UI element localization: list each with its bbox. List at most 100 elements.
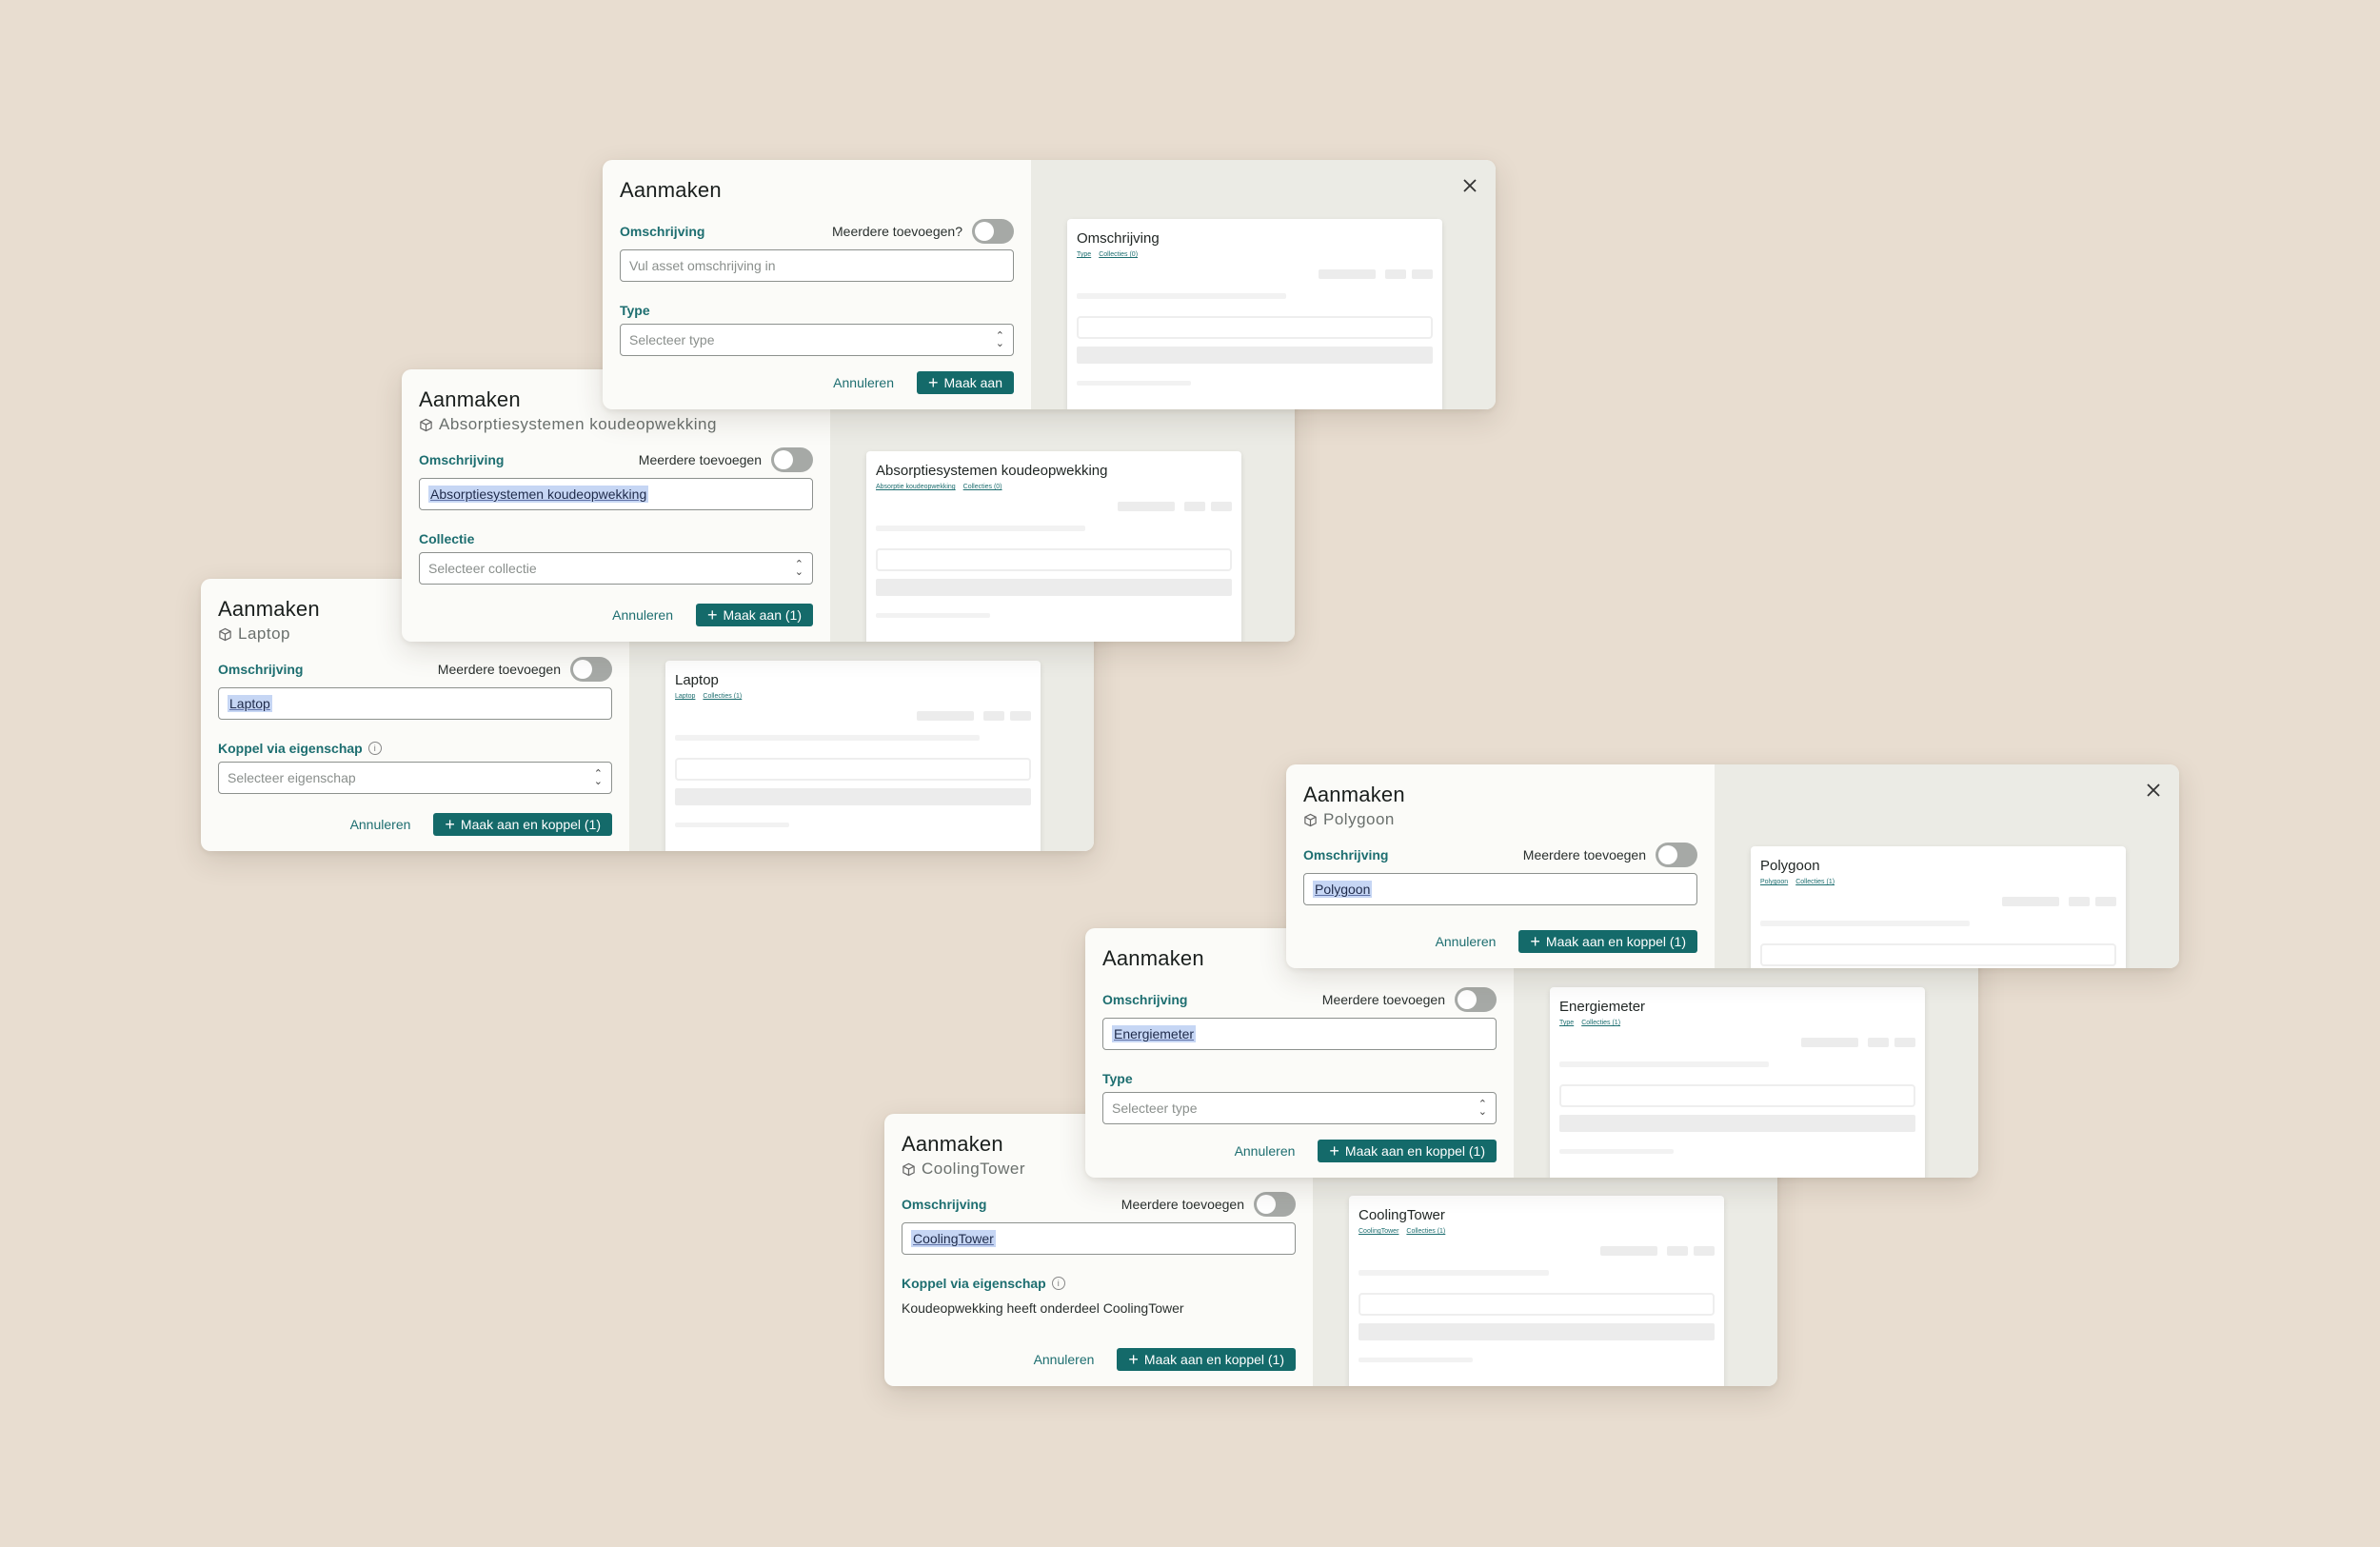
type-select[interactable]: Selecteer type ⌃ ⌄: [620, 324, 1014, 356]
dialog-subtitle: Absorptiesystemen koudeopwekking: [419, 415, 813, 434]
subtitle-text: CoolingTower: [922, 1160, 1025, 1178]
cancel-button[interactable]: Annuleren: [612, 607, 673, 623]
card-title: Absorptiesystemen koudeopwekking: [876, 463, 1108, 479]
preview-card: Laptop Laptop Collecties (1): [665, 661, 1041, 851]
preview-card: CoolingTower CoolingTower Collecties (1): [1349, 1196, 1724, 1386]
subtitle-text: Laptop: [238, 625, 290, 643]
plus-icon: +: [445, 815, 455, 834]
create-link-button[interactable]: + Maak aan en koppel (1): [433, 813, 612, 836]
cancel-button[interactable]: Annuleren: [1436, 934, 1497, 949]
create-link-button[interactable]: + Maak aan en koppel (1): [1117, 1348, 1296, 1371]
omschrijving-input[interactable]: Vul asset omschrijving in: [620, 249, 1014, 282]
dialog-form: Aanmaken Omschrijving Meerdere toevoegen…: [603, 160, 1031, 409]
subtitle-text: Absorptiesystemen koudeopwekking: [439, 415, 717, 433]
collectie-select[interactable]: Selecteer collectie ⌃ ⌄: [419, 552, 813, 585]
eigenschap-select[interactable]: Selecteer eigenschap ⌃ ⌄: [218, 762, 612, 794]
preview-panel: Polygoon Polygoon Collecties (1): [1715, 764, 2179, 968]
card-collections-link: Collecties (1): [1581, 1020, 1621, 1026]
card-title: CoolingTower: [1359, 1207, 1445, 1223]
multiple-toggle[interactable]: [771, 447, 813, 472]
card-type-link: Polygoon: [1760, 879, 1789, 885]
select-placeholder: Selecteer type: [629, 332, 715, 347]
plus-icon: +: [1329, 1141, 1339, 1160]
create-button[interactable]: + Maak aan (1): [696, 604, 813, 626]
card-meta: Laptop Collecties (1): [675, 693, 1031, 700]
cancel-button[interactable]: Annuleren: [350, 817, 411, 832]
preview-card: Polygoon Polygoon Collecties (1): [1751, 846, 2126, 968]
preview-card: Energiemeter Type Collecties (1): [1550, 987, 1925, 1178]
omschrijving-label: Omschrijving: [218, 662, 304, 677]
card-title: Polygoon: [1760, 858, 1820, 874]
omschrijving-input[interactable]: Absorptiesystemen koudeopwekking: [419, 478, 813, 510]
input-placeholder: Vul asset omschrijving in: [629, 258, 776, 273]
chevron-updown-icon: ⌃ ⌄: [995, 330, 1004, 349]
dialog-title: Aanmaken: [620, 178, 722, 202]
close-icon[interactable]: [2145, 782, 2162, 799]
submit-label: Maak aan en koppel (1): [1143, 1352, 1284, 1367]
omschrijving-input[interactable]: Polygoon: [1303, 873, 1697, 905]
card-collections-link: Collecties (0): [1099, 251, 1139, 258]
preview-card: Omschrijving Type Collecties (0): [1067, 219, 1442, 409]
dialog-form: Aanmaken Absorptiesystemen koudeopwekkin…: [402, 369, 830, 642]
close-icon[interactable]: [1461, 177, 1478, 194]
koppel-label: Koppel via eigenschap i: [218, 741, 612, 756]
card-title: Energiemeter: [1559, 999, 1646, 1015]
submit-label: Maak aan (1): [723, 607, 802, 623]
create-dialog-polygoon: Aanmaken Polygoon Omschrijving Meerdere …: [1286, 764, 2179, 968]
create-link-button[interactable]: + Maak aan en koppel (1): [1518, 930, 1697, 953]
cancel-button[interactable]: Annuleren: [833, 375, 894, 390]
card-meta: Type Collecties (0): [1077, 251, 1433, 258]
card-meta: Absorptie koudeopwekking Collecties (0): [876, 484, 1232, 490]
cube-icon: [420, 418, 432, 431]
cancel-button[interactable]: Annuleren: [1034, 1352, 1095, 1367]
dialog-form: Aanmaken Polygoon Omschrijving Meerdere …: [1286, 764, 1715, 968]
info-icon[interactable]: i: [1051, 1277, 1065, 1290]
omschrijving-input[interactable]: CoolingTower: [902, 1222, 1296, 1255]
select-placeholder: Selecteer type: [1112, 1101, 1198, 1116]
omschrijving-label: Omschrijving: [902, 1197, 987, 1212]
preview-card: Absorptiesystemen koudeopwekking Absorpt…: [866, 451, 1241, 642]
submit-label: Maak aan: [943, 375, 1002, 390]
card-collections-link: Collecties (0): [962, 484, 1002, 490]
cube-icon: [219, 627, 231, 641]
multiple-toggle[interactable]: [1656, 843, 1697, 867]
type-select[interactable]: Selecteer type ⌃ ⌄: [1102, 1092, 1497, 1124]
toggle-label: Meerdere toevoegen: [638, 452, 762, 467]
multiple-toggle[interactable]: [972, 219, 1014, 244]
omschrijving-label: Omschrijving: [620, 224, 705, 239]
card-meta: Polygoon Collecties (1): [1760, 879, 2116, 885]
cube-icon: [902, 1162, 915, 1176]
create-button[interactable]: + Maak aan: [917, 371, 1014, 394]
input-value: Absorptiesystemen koudeopwekking: [428, 486, 649, 503]
preview-panel: Absorptiesystemen koudeopwekking Absorpt…: [830, 369, 1295, 642]
type-label: Type: [1102, 1071, 1497, 1086]
input-value: Polygoon: [1313, 881, 1373, 898]
plus-icon: +: [707, 605, 718, 625]
multiple-toggle[interactable]: [570, 657, 612, 682]
koppel-label: Koppel via eigenschap i: [902, 1276, 1296, 1291]
select-placeholder: Selecteer eigenschap: [228, 770, 356, 785]
toggle-label: Meerdere toevoegen: [1321, 992, 1445, 1007]
omschrijving-input[interactable]: Laptop: [218, 687, 612, 720]
dialog-subtitle: Polygoon: [1303, 810, 1697, 829]
create-link-button[interactable]: + Maak aan en koppel (1): [1318, 1140, 1497, 1162]
multiple-toggle[interactable]: [1455, 987, 1497, 1012]
plus-icon: +: [928, 373, 939, 392]
submit-label: Maak aan en koppel (1): [1344, 1143, 1485, 1159]
toggle-label: Meerdere toevoegen?: [832, 224, 962, 239]
koppel-label-text: Koppel via eigenschap: [902, 1276, 1046, 1291]
chevron-updown-icon: ⌃ ⌄: [593, 768, 603, 787]
toggle-label: Meerdere toevoegen: [437, 662, 561, 677]
card-type-link: Type: [1559, 1020, 1575, 1026]
multiple-toggle[interactable]: [1254, 1192, 1296, 1217]
info-icon[interactable]: i: [367, 742, 382, 755]
omschrijving-label: Omschrijving: [1102, 992, 1188, 1007]
omschrijving-input[interactable]: Energiemeter: [1102, 1018, 1497, 1050]
plus-icon: +: [1530, 932, 1540, 951]
cancel-button[interactable]: Annuleren: [1235, 1143, 1296, 1159]
create-dialog-absorptiesystemen: Aanmaken Absorptiesystemen koudeopwekkin…: [402, 369, 1295, 642]
omschrijving-label: Omschrijving: [419, 452, 505, 467]
dialog-title: Aanmaken: [1303, 783, 1405, 806]
card-collections-link: Collecties (1): [703, 693, 743, 700]
card-type-link: Absorptie koudeopwekking: [876, 484, 956, 490]
